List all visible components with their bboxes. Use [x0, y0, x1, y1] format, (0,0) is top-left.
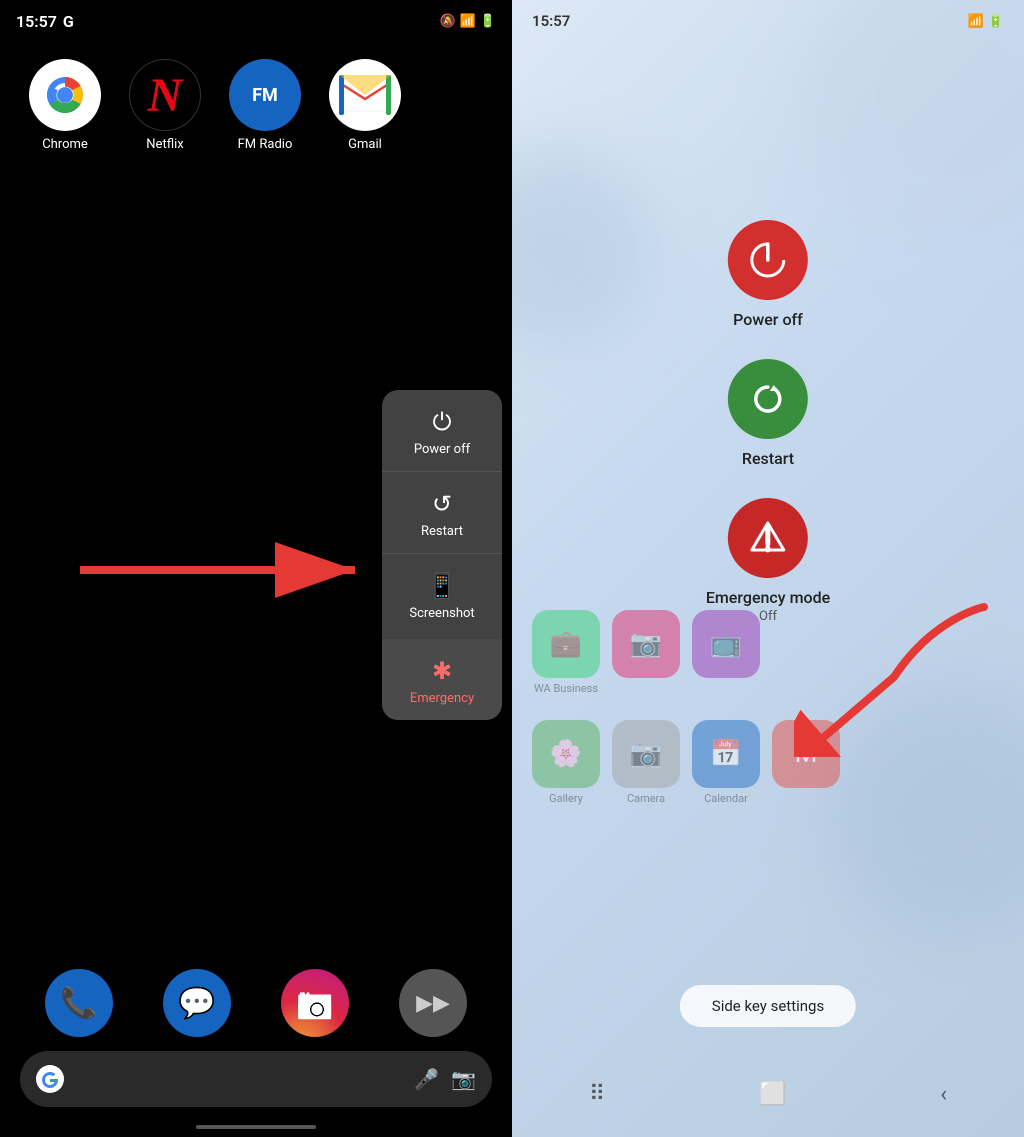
arrow-indicator: [60, 530, 380, 610]
power-off-item[interactable]: ⏻ Power off: [382, 390, 502, 472]
screenshot-icon: 📱: [427, 572, 457, 600]
emergency-icon: ✱: [432, 657, 452, 685]
gmail-app[interactable]: Gmail: [320, 59, 410, 152]
google-g-icon: [36, 1065, 64, 1093]
restart-icon: [748, 379, 788, 419]
samsung-emergency-label: Emergency mode: [706, 588, 830, 607]
side-key-settings-label: Side key settings: [712, 997, 824, 1015]
power-menu: ⏻ Power off ↺ Restart 📱 Screenshot ✱ Eme…: [382, 390, 502, 720]
netflix-icon: N: [148, 68, 183, 123]
samsung-poweroff-btn[interactable]: [728, 220, 808, 300]
red-arrow-left: [60, 530, 380, 610]
home-nav-icon[interactable]: ⬜: [759, 1082, 786, 1107]
emergency-icon: [748, 518, 788, 558]
left-panel: 15:57 G 🔕 📶 🔋: [0, 0, 512, 1137]
bg-circle-3: [824, 687, 1024, 937]
right-time: 15:57: [532, 12, 570, 30]
battery-icon: 🔋: [480, 14, 496, 29]
instagram-dock-icon[interactable]: 📷: [281, 969, 349, 1037]
app-grid: Chrome N Netflix FM FM Radio: [0, 39, 512, 172]
samsung-emergency-btn[interactable]: [728, 498, 808, 578]
fm-label: FM Radio: [238, 137, 293, 152]
samsung-restart-item[interactable]: Restart: [728, 359, 808, 468]
restart-item[interactable]: ↺ Restart: [382, 472, 502, 554]
restart-icon: ↺: [432, 490, 452, 518]
emergency-label: Emergency: [410, 691, 474, 706]
bg-circle-2: [512, 150, 652, 350]
phone-dock-icon[interactable]: 📞: [45, 969, 113, 1037]
bg-app-row-2: 🌸 Gallery 📷 Camera 📅 Calendar M: [532, 720, 840, 805]
power-off-icon: ⏻: [433, 408, 452, 436]
fm-radio-app[interactable]: FM FM Radio: [220, 59, 310, 152]
search-bar[interactable]: 🎤 📷: [20, 1051, 492, 1107]
emergency-item[interactable]: ✱ Emergency: [382, 639, 502, 720]
dock: 📞 💬 📷 ▶▶: [0, 969, 512, 1037]
samsung-emergency-sublabel: Off: [759, 609, 777, 624]
side-key-settings-btn[interactable]: Side key settings: [680, 985, 856, 1027]
samsung-poweroff-label: Power off: [733, 310, 803, 329]
cam-bg-icon: 📷: [612, 720, 680, 788]
power-off-label: Power off: [414, 442, 470, 457]
messages-dock-icon[interactable]: 💬: [163, 969, 231, 1037]
home-indicator: [196, 1125, 316, 1129]
fm-icon: FM: [252, 85, 278, 106]
lens-icon[interactable]: 📷: [451, 1067, 476, 1091]
netflix-label: Netflix: [146, 137, 183, 152]
samsung-power-menu: Power off Restart Emergency mode Off: [706, 220, 830, 624]
right-status-bar: 15:57 📶 🔋: [512, 0, 1024, 38]
status-bar: 15:57 G 🔕 📶 🔋: [0, 0, 512, 39]
gmail-bg-icon: M: [772, 720, 840, 788]
gmail-label: Gmail: [348, 137, 382, 152]
back-nav-icon[interactable]: ‹: [940, 1082, 947, 1107]
camera-bg-icon: 📷: [612, 610, 680, 678]
chrome-app[interactable]: Chrome: [20, 59, 110, 152]
right-status-icons: 📶 🔋: [968, 14, 1004, 29]
chrome-icon: [35, 65, 95, 125]
gmail-icon: [339, 75, 391, 115]
signal-icon: 📶: [460, 14, 476, 29]
g-icon: G: [63, 12, 74, 31]
cal-bg-icon: 📅: [692, 720, 760, 788]
mic-icon[interactable]: 🎤: [414, 1067, 439, 1091]
samsung-restart-label: Restart: [742, 449, 794, 468]
screenshot-label: Screenshot: [409, 606, 474, 621]
restart-label: Restart: [421, 524, 463, 539]
gallery-bg-icon: 🌸: [532, 720, 600, 788]
screenshot-item[interactable]: 📱 Screenshot: [382, 554, 502, 635]
samsung-poweroff-item[interactable]: Power off: [728, 220, 808, 329]
samsung-emergency-item[interactable]: Emergency mode Off: [706, 498, 830, 624]
wa-business-bg-icon: 💼: [532, 610, 600, 678]
recents-nav-icon[interactable]: ⠿: [589, 1082, 605, 1107]
right-panel: 15:57 📶 🔋 💼 WA Business 📷 📺 🌸 Gallery 📷 …: [512, 0, 1024, 1137]
samsung-restart-btn[interactable]: [728, 359, 808, 439]
silent-icon: 🔕: [439, 14, 455, 29]
assistant-dock-icon[interactable]: ▶▶: [399, 969, 467, 1037]
time-display: 15:57: [16, 12, 57, 31]
netflix-app[interactable]: N Netflix: [120, 59, 210, 152]
bottom-nav: ⠿ ⬜ ‹: [512, 1082, 1024, 1107]
poweroff-icon: [748, 240, 788, 280]
chrome-label: Chrome: [42, 137, 88, 152]
